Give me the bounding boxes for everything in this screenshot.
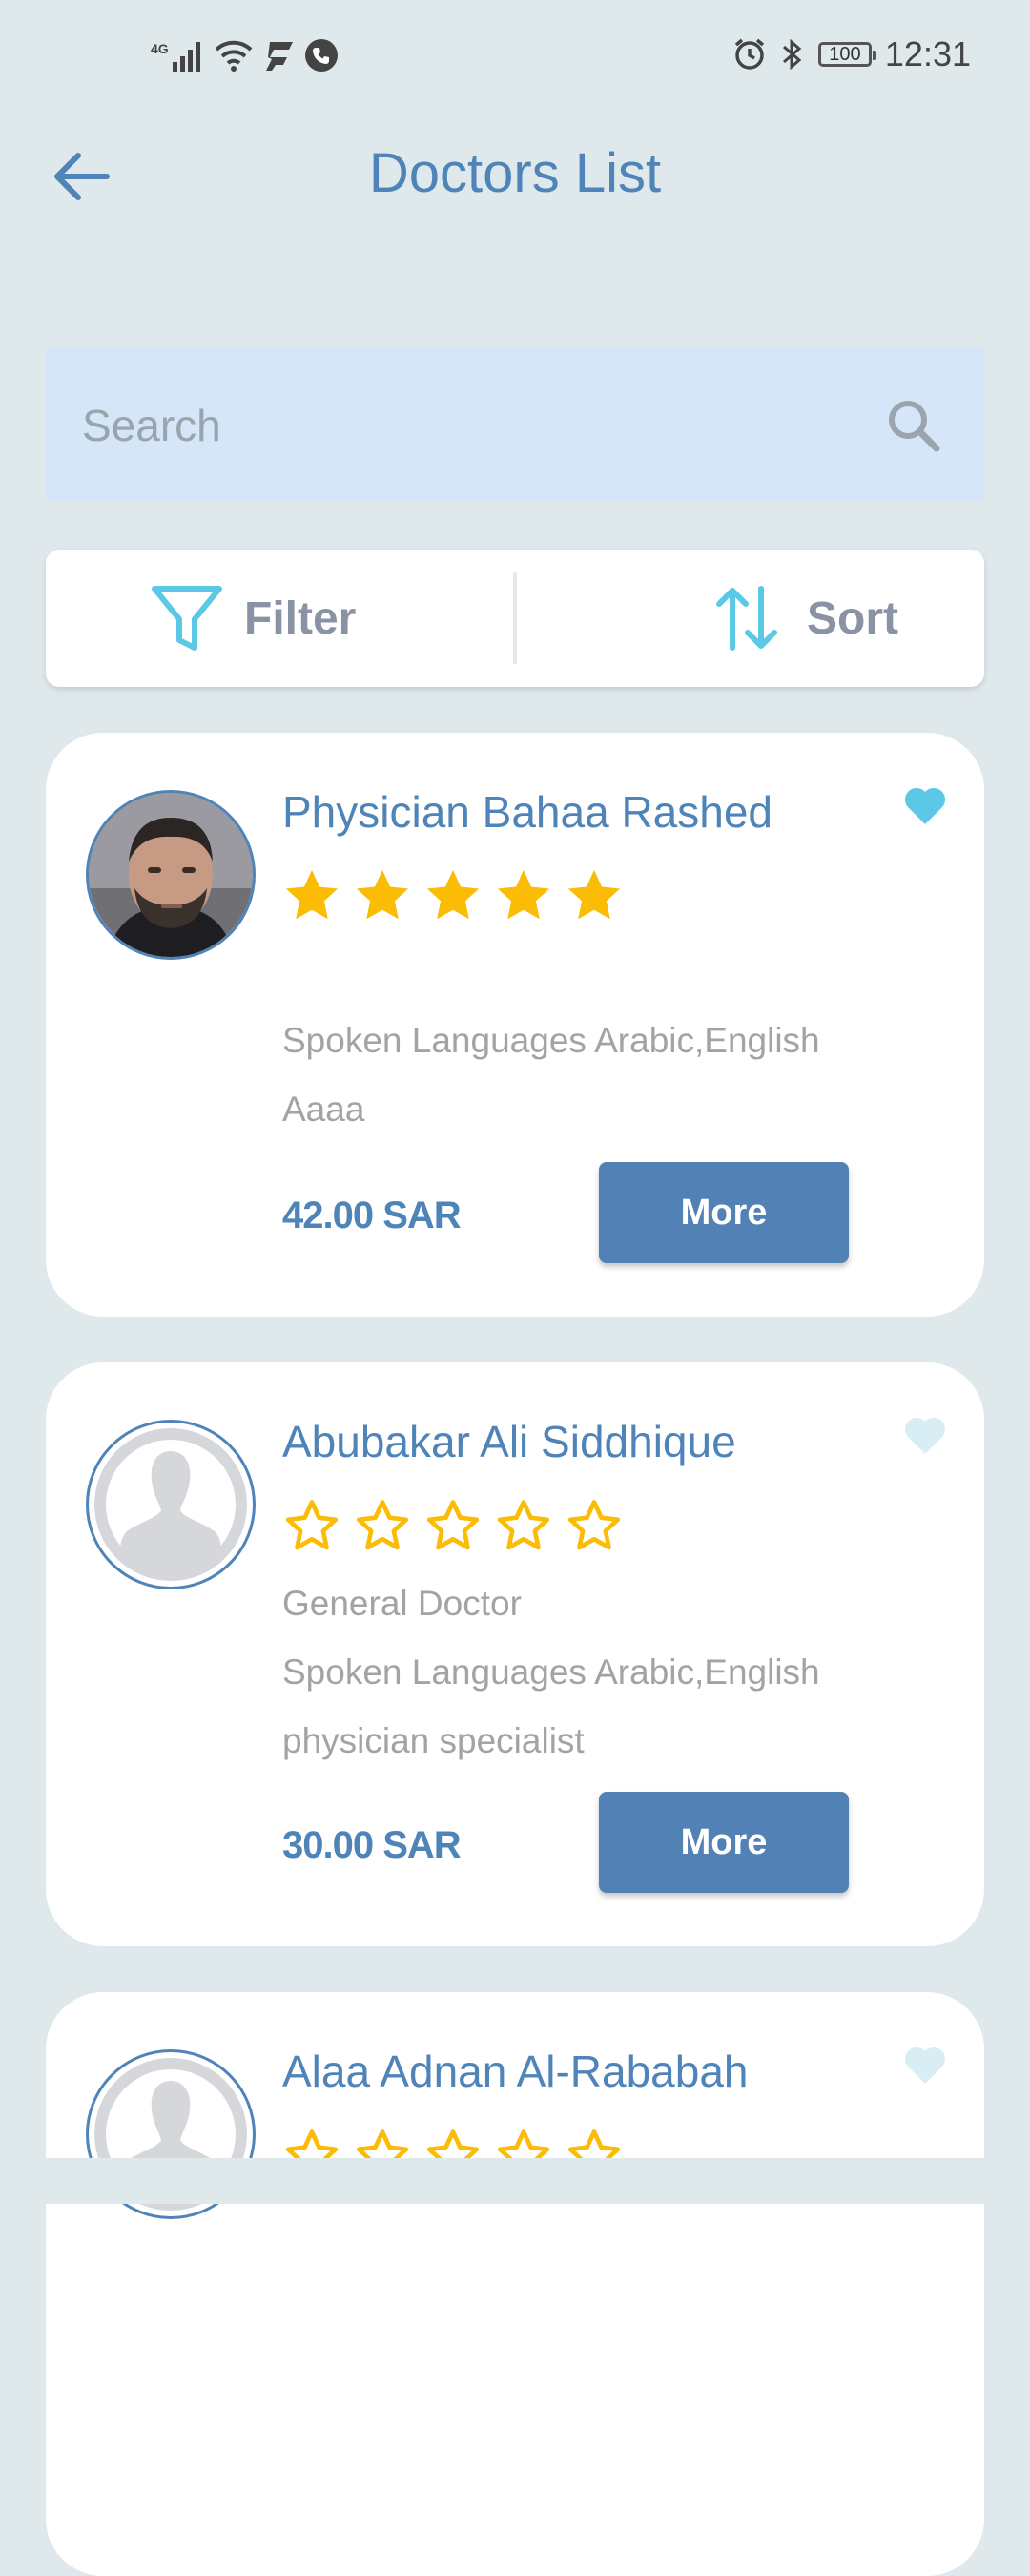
star-filled-icon [426,869,480,920]
doctor-price: 42.00 SAR [282,1195,462,1236]
battery-level: 100 [829,43,861,65]
doctor-description: physician specialist [282,1721,585,1760]
rating-stars [282,866,624,925]
search-icon[interactable] [885,397,942,454]
doctor-avatar [86,790,256,960]
favorite-heart-icon[interactable] [902,1414,948,1456]
default-avatar-icon [94,1428,247,1581]
page-title: Doctors List [368,142,662,204]
star-outline-icon [356,1500,409,1550]
phone-icon [304,39,338,72]
filter-label: Filter [244,592,357,644]
doctor-languages: Spoken Languages Arabic,English [282,1652,820,1692]
bottom-navigation-area [0,2158,1030,2204]
filter-icon [152,586,222,651]
rating-stars [282,1496,624,1555]
signal-icon [172,42,200,72]
star-filled-icon [567,869,621,920]
filter-sort-bar: Filter Sort [46,550,984,687]
app-notification-icon [265,42,293,71]
toolbar-divider [513,572,517,664]
network-type-label: 4G [151,41,169,56]
more-button[interactable]: More [599,1792,849,1893]
star-outline-icon [567,1500,621,1550]
alarm-icon [734,38,765,70]
search-bar [46,347,984,504]
status-icons-right: 100 12:31 [732,34,971,74]
bluetooth-icon [782,38,802,71]
doctor-name[interactable]: Abubakar Ali Siddhique [282,1416,736,1467]
doctor-name[interactable]: Alaa Adnan Al-Rababah [282,2046,749,2097]
wifi-icon [215,40,253,72]
star-filled-icon [356,869,409,920]
more-button[interactable]: More [599,1162,849,1263]
status-icons-left: 4G [151,38,339,73]
search-input[interactable] [80,347,866,504]
status-time: 12:31 [884,34,971,73]
star-outline-icon [285,1500,339,1550]
star-outline-icon [426,1500,480,1550]
star-filled-icon [285,869,339,920]
sort-button[interactable]: Sort [715,550,898,687]
doctor-specialty: General Doctor [282,1584,522,1623]
star-filled-icon [497,869,550,920]
doctor-photo [89,793,253,957]
doctor-avatar [86,1420,256,1589]
sort-label: Sort [807,592,898,644]
favorite-heart-icon[interactable] [902,784,948,826]
doctor-name[interactable]: Physician Bahaa Rashed [282,786,772,838]
doctor-price: 30.00 SAR [282,1824,462,1866]
sort-icon [716,586,777,651]
doctor-description: Aaaa [282,1090,365,1129]
doctor-languages: Spoken Languages Arabic,English [282,1021,820,1060]
filter-button[interactable]: Filter [151,550,356,687]
battery-icon: 100 [817,42,876,67]
star-outline-icon [497,1500,550,1550]
favorite-heart-icon[interactable] [902,2044,948,2086]
doctor-card[interactable]: Alaa Adnan Al-Rababah [46,1992,984,2576]
doctor-card[interactable]: Physician Bahaa Rashed Spoken Languages … [46,733,984,1317]
status-bar: 4G 100 12:31 [0,0,1030,114]
doctor-card[interactable]: Abubakar Ali Siddhique General Doctor Sp… [46,1362,984,1946]
